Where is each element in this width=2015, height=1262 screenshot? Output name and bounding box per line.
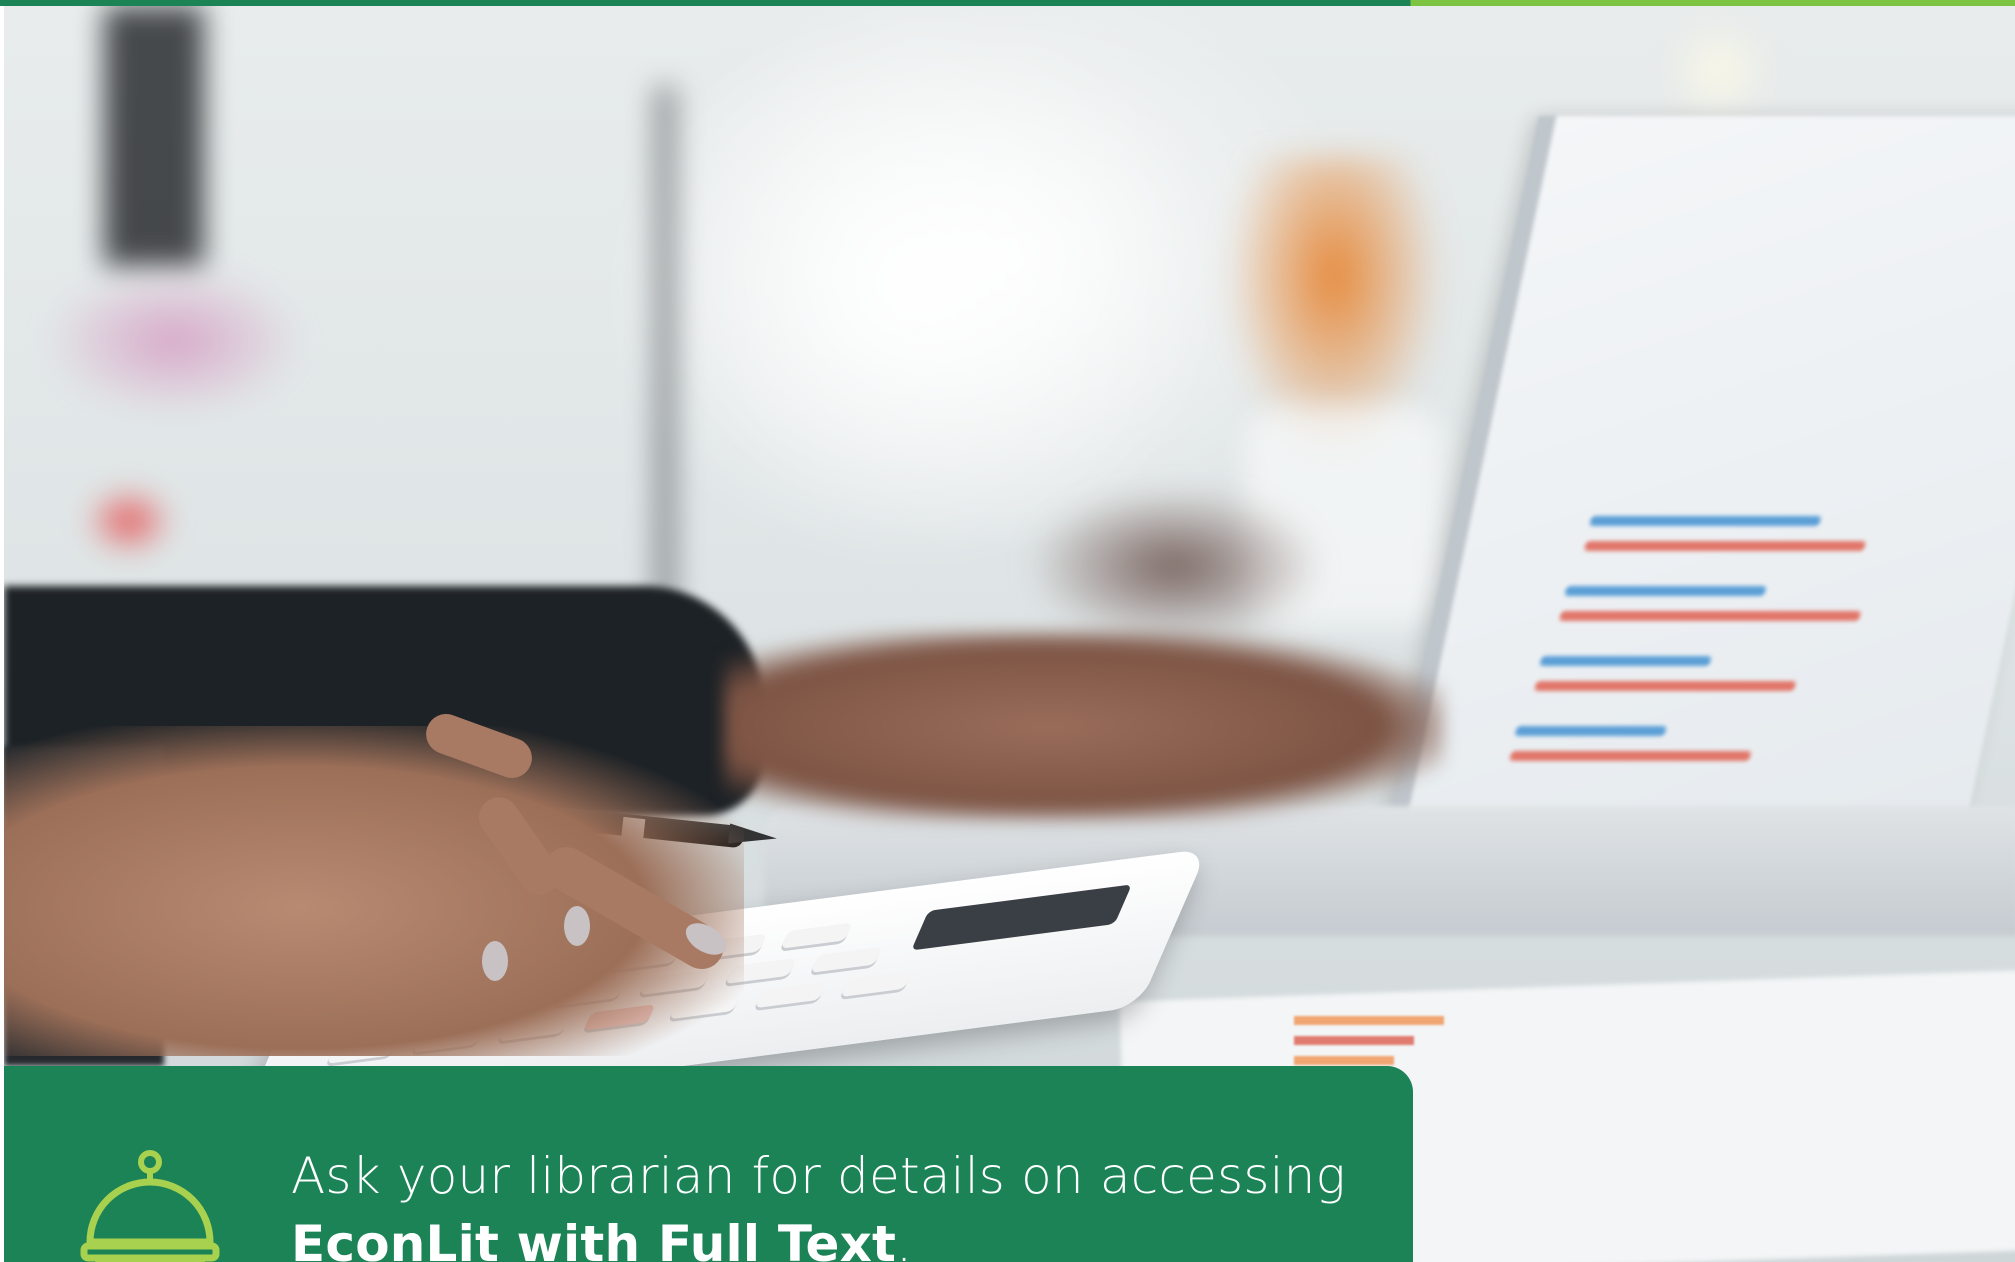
calculator-display <box>911 884 1132 951</box>
background-pole <box>654 86 676 606</box>
screen-bar <box>1534 681 1797 691</box>
promo-page: Ask your librarian for details on access… <box>0 0 2015 1262</box>
calculator-key <box>840 970 913 998</box>
banner-line-2: EconLit with Full Text. <box>291 1210 1346 1262</box>
concierge-bell-icon <box>80 1150 220 1262</box>
paper-swatch <box>1294 1016 1444 1025</box>
product-name: EconLit with Full Text <box>291 1215 897 1262</box>
coffee-mug <box>1024 486 1324 646</box>
laptop-screen <box>1389 116 2015 816</box>
paper-swatch <box>1294 1056 1394 1065</box>
info-banner: Ask your librarian for details on access… <box>4 1066 1413 1262</box>
screen-bar <box>1583 541 1867 551</box>
paper-swatch <box>1294 1036 1414 1045</box>
fingernail <box>564 906 590 946</box>
bokeh-light-2 <box>1664 16 1774 126</box>
screen-bar <box>1564 586 1767 596</box>
background-pillar <box>104 6 204 266</box>
top-accent-bar <box>0 0 2015 6</box>
calculator-key <box>810 946 883 973</box>
banner-suffix: . <box>896 1215 913 1262</box>
screen-bar <box>1514 726 1667 736</box>
fingernail <box>482 941 508 981</box>
screen-bar <box>1509 751 1752 761</box>
screen-bar <box>1589 516 1822 526</box>
calculator-key <box>754 981 827 1009</box>
banner-line-1: Ask your librarian for details on access… <box>291 1147 1346 1205</box>
window-glow <box>604 6 1224 566</box>
calculator-key <box>780 922 853 949</box>
background-flowers <box>44 266 304 416</box>
banner-message: Ask your librarian for details on access… <box>291 1142 1346 1262</box>
screen-bar <box>1559 611 1862 621</box>
screen-bar <box>1539 656 1712 666</box>
background-red-light <box>84 486 174 556</box>
typing-hand <box>724 631 1444 821</box>
